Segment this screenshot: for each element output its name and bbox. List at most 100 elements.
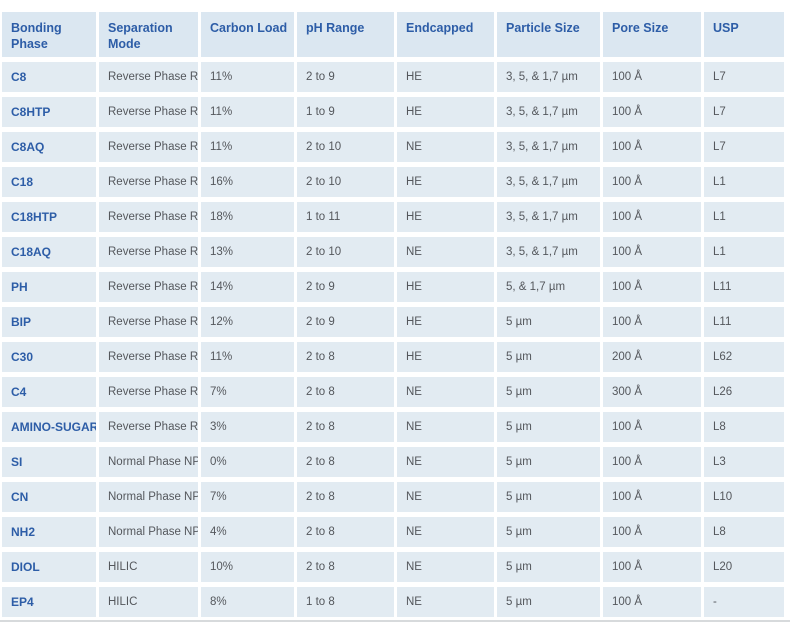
table-cell: 5 µm <box>497 587 600 617</box>
table-cell: HE <box>397 62 494 92</box>
table-cell: 10% <box>201 552 294 582</box>
table-cell: 5 µm <box>497 412 600 442</box>
table-cell: 5 µm <box>497 552 600 582</box>
table-cell: HE <box>397 342 494 372</box>
table-cell: Reverse Phase RP <box>99 202 198 232</box>
row-label: C8AQ <box>2 132 96 162</box>
table-cell: Reverse Phase RP <box>99 97 198 127</box>
table-cell: Reverse Phase RP <box>99 307 198 337</box>
column-header: Bonding Phase <box>2 12 96 57</box>
table-cell: L11 <box>704 307 784 337</box>
table-cell: Reverse Phase RP <box>99 377 198 407</box>
table-cell: 2 to 10 <box>297 237 394 267</box>
table-cell: Normal Phase NP <box>99 447 198 477</box>
table-cell: 1 to 11 <box>297 202 394 232</box>
table-cell: L3 <box>704 447 784 477</box>
table-cell: 16% <box>201 167 294 197</box>
table-cell: Reverse Phase RP <box>99 132 198 162</box>
table-cell: 100 Å <box>603 307 701 337</box>
row-label: EP4 <box>2 587 96 617</box>
table-cell: 2 to 8 <box>297 482 394 512</box>
table-cell: 4% <box>201 517 294 547</box>
table-cell: 1 to 8 <box>297 587 394 617</box>
table-cell: 100 Å <box>603 62 701 92</box>
table-cell: HE <box>397 97 494 127</box>
table-cell: 11% <box>201 62 294 92</box>
table-cell: NE <box>397 482 494 512</box>
table-cell: 100 Å <box>603 132 701 162</box>
column-header: Separation Mode <box>99 12 198 57</box>
table-cell: 1 to 9 <box>297 97 394 127</box>
table-cell: 2 to 8 <box>297 517 394 547</box>
row-label: BIP <box>2 307 96 337</box>
row-label: C8 <box>2 62 96 92</box>
table-cell: 100 Å <box>603 482 701 512</box>
table-cell: 3, 5, & 1,7 µm <box>497 62 600 92</box>
table-cell: 2 to 9 <box>297 272 394 302</box>
table-cell: NE <box>397 517 494 547</box>
table-cell: 5 µm <box>497 482 600 512</box>
table-cell: 3, 5, & 1,7 µm <box>497 132 600 162</box>
table-cell: 2 to 10 <box>297 132 394 162</box>
column-header: Pore Size <box>603 12 701 57</box>
table-cell: 11% <box>201 132 294 162</box>
table-cell: 100 Å <box>603 272 701 302</box>
row-label: CN <box>2 482 96 512</box>
table-cell: L26 <box>704 377 784 407</box>
table-cell: NE <box>397 552 494 582</box>
table-cell: HE <box>397 272 494 302</box>
table-cell: Reverse Phase RP <box>99 62 198 92</box>
table-cell: 18% <box>201 202 294 232</box>
row-label: C18AQ <box>2 237 96 267</box>
table-cell: 11% <box>201 342 294 372</box>
row-label: C4 <box>2 377 96 407</box>
column-header: Carbon Load <box>201 12 294 57</box>
table-cell: HE <box>397 167 494 197</box>
table-cell: 2 to 8 <box>297 412 394 442</box>
table-cell: 3% <box>201 412 294 442</box>
row-label: NH2 <box>2 517 96 547</box>
table-cell: NE <box>397 412 494 442</box>
table-cell: HILIC <box>99 587 198 617</box>
table-cell: L10 <box>704 482 784 512</box>
table-cell: 3, 5, & 1,7 µm <box>497 97 600 127</box>
table-cell: 13% <box>201 237 294 267</box>
table-cell: 100 Å <box>603 97 701 127</box>
column-header: Particle Size <box>497 12 600 57</box>
row-label: AMINO-SUGAR <box>2 412 96 442</box>
table-cell: HE <box>397 307 494 337</box>
table-cell: 100 Å <box>603 237 701 267</box>
table-cell: 5 µm <box>497 307 600 337</box>
table-cell: Reverse Phase RP <box>99 237 198 267</box>
table-cell: 5 µm <box>497 447 600 477</box>
table-cell: 8% <box>201 587 294 617</box>
table-cell: Normal Phase NP <box>99 517 198 547</box>
table-cell: 2 to 8 <box>297 552 394 582</box>
table-cell: L1 <box>704 202 784 232</box>
table-cell: 2 to 9 <box>297 62 394 92</box>
table-cell: HILIC <box>99 552 198 582</box>
table-cell: Reverse Phase RP <box>99 342 198 372</box>
table-cell: NE <box>397 587 494 617</box>
table-cell: L20 <box>704 552 784 582</box>
table-cell: NE <box>397 132 494 162</box>
table-cell: Normal Phase NP <box>99 482 198 512</box>
table-cell: 3, 5, & 1,7 µm <box>497 167 600 197</box>
table-cell: 12% <box>201 307 294 337</box>
table-cell: HE <box>397 202 494 232</box>
table-cell: 200 Å <box>603 342 701 372</box>
row-label: C30 <box>2 342 96 372</box>
table-cell: 2 to 9 <box>297 307 394 337</box>
table-cell: Reverse Phase RP <box>99 272 198 302</box>
table-cell: L8 <box>704 517 784 547</box>
table-cell: 2 to 10 <box>297 167 394 197</box>
table-cell: 7% <box>201 482 294 512</box>
table-cell: 100 Å <box>603 552 701 582</box>
table-cell: L7 <box>704 97 784 127</box>
table-cell: 0% <box>201 447 294 477</box>
table-cell: NE <box>397 377 494 407</box>
table-cell: 100 Å <box>603 517 701 547</box>
column-header: Endcapped <box>397 12 494 57</box>
table-cell: L8 <box>704 412 784 442</box>
bonding-phase-table: Bonding PhaseSeparation ModeCarbon Loadp… <box>2 12 784 617</box>
